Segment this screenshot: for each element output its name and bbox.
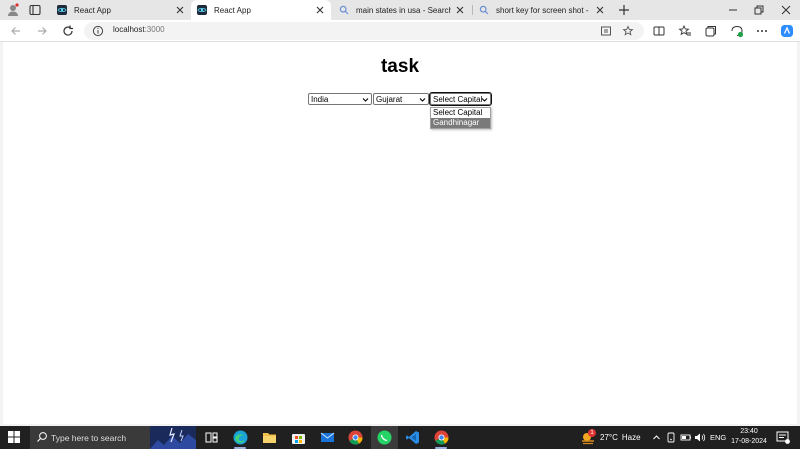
favorite-star-icon[interactable]: [622, 25, 634, 37]
state-select[interactable]: Gujarat: [373, 93, 429, 105]
url-host: localhost: [113, 25, 145, 34]
weather-temp: 27°C: [600, 433, 618, 442]
location-icon[interactable]: [666, 432, 676, 443]
whatsapp-icon[interactable]: [376, 429, 393, 446]
weather-badge: 1: [588, 429, 596, 437]
edge-icon[interactable]: [232, 429, 249, 446]
react-favicon-icon: [197, 5, 207, 15]
tab-react-app-2[interactable]: React App: [191, 0, 331, 20]
file-explorer-icon[interactable]: [261, 429, 278, 446]
tab-title: React App: [74, 5, 111, 15]
close-tab-icon[interactable]: [175, 5, 185, 15]
chevron-down-icon: [362, 98, 369, 102]
mail-icon[interactable]: [319, 429, 336, 446]
chrome-icon[interactable]: [347, 429, 364, 446]
windows-start-icon[interactable]: [8, 431, 20, 443]
chevron-down-icon: [481, 98, 488, 102]
profile-icon[interactable]: [6, 3, 20, 17]
forward-icon[interactable]: [35, 24, 49, 38]
tab-actions-icon[interactable]: [28, 3, 42, 17]
page-viewport: task India Gujarat Select Capital Select…: [3, 42, 797, 424]
clock-time: 23:40: [740, 428, 758, 435]
clock-date: 17-08-2024: [731, 438, 767, 445]
tab-strip: React App React App main states in usa -…: [0, 0, 800, 20]
url-port: :3000: [144, 25, 165, 34]
tab-react-app-1[interactable]: React App: [51, 0, 191, 20]
reader-view-icon[interactable]: [600, 25, 612, 37]
tab-title: short key for screen shot - Search: [496, 5, 591, 15]
capital-select-value: Select Capital: [433, 94, 483, 104]
country-select[interactable]: India: [308, 93, 372, 105]
split-screen-icon[interactable]: [652, 24, 666, 38]
new-tab-icon[interactable]: [616, 2, 632, 18]
store-icon[interactable]: [290, 429, 307, 446]
minimize-icon[interactable]: [726, 3, 740, 17]
search-icon: [37, 432, 47, 442]
chrome-dev-icon[interactable]: [433, 429, 450, 446]
vscode-icon[interactable]: [404, 429, 421, 446]
capital-select[interactable]: Select Capital: [429, 92, 492, 106]
taskbar-search-box[interactable]: Type here to search: [30, 426, 196, 449]
notifications-icon[interactable]: [776, 431, 790, 444]
search-favicon-icon: [479, 5, 489, 15]
favorites-icon[interactable]: [678, 24, 692, 38]
search-highlight-art: [150, 426, 196, 449]
weather-widget[interactable]: 1 27°C Haze: [580, 426, 641, 449]
speaker-icon[interactable]: [694, 432, 706, 443]
state-select-value: Gujarat: [376, 94, 403, 104]
close-tab-icon[interactable]: [595, 5, 605, 15]
copilot-icon[interactable]: [780, 24, 794, 38]
capital-option[interactable]: Gandhinagar: [431, 118, 490, 128]
capital-option[interactable]: Select Capital: [431, 108, 490, 118]
search-favicon-icon: [339, 5, 349, 15]
browser-essentials-icon[interactable]: [730, 24, 744, 38]
language-indicator[interactable]: ENG: [710, 426, 726, 449]
taskbar-search-placeholder: Type here to search: [51, 433, 127, 443]
more-options-icon[interactable]: [755, 24, 769, 38]
refresh-icon[interactable]: [61, 24, 75, 38]
close-tab-icon[interactable]: [315, 5, 325, 15]
weather-condition: Haze: [621, 433, 641, 442]
task-view-icon[interactable]: [203, 429, 220, 446]
site-info-icon[interactable]: [92, 25, 104, 37]
close-tab-icon[interactable]: [455, 5, 465, 15]
battery-icon[interactable]: [680, 432, 692, 443]
windows-taskbar: Type here to search 1 27°C Haze ENG 23:4…: [0, 426, 800, 449]
country-select-value: India: [311, 94, 329, 104]
select-controls: India Gujarat Select Capital: [308, 92, 492, 106]
back-icon[interactable]: [9, 24, 23, 38]
chevron-down-icon: [419, 98, 426, 102]
react-favicon-icon: [57, 5, 67, 15]
collections-icon[interactable]: [704, 24, 718, 38]
chevron-up-icon[interactable]: [652, 433, 661, 442]
tab-search-usa-states[interactable]: main states in usa - Search: [333, 0, 471, 20]
taskbar-clock[interactable]: 23:40 17-08-2024: [726, 427, 772, 447]
browser-toolbar: localhost:3000: [0, 20, 800, 42]
close-window-icon[interactable]: [779, 3, 793, 17]
tab-search-screenshot[interactable]: short key for screen shot - Search: [473, 0, 611, 20]
page-title: task: [380, 56, 420, 77]
tab-title: main states in usa - Search: [356, 5, 451, 15]
url-text[interactable]: localhost:3000: [113, 25, 165, 34]
tab-title: React App: [214, 5, 251, 15]
capital-dropdown-list: Select Capital Gandhinagar: [430, 107, 491, 129]
address-bar[interactable]: localhost:3000: [84, 22, 644, 40]
restore-icon[interactable]: [752, 3, 766, 17]
